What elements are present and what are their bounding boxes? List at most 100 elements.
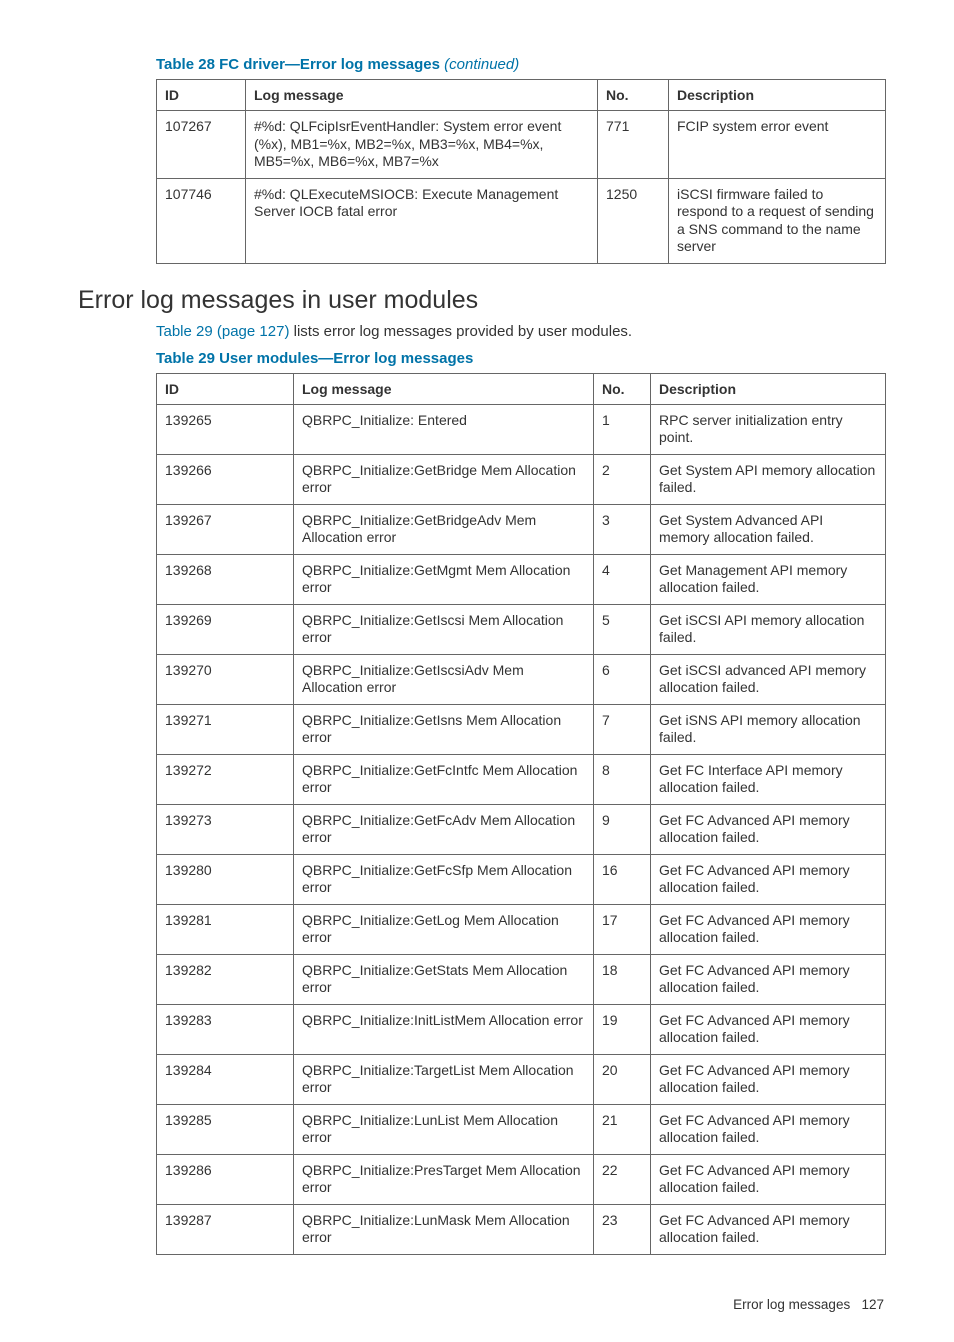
- cell-desc: RPC server initialization entry point.: [651, 404, 886, 454]
- cell-msg: QBRPC_Initialize:TargetList Mem Allocati…: [294, 1054, 594, 1104]
- cell-desc: Get iSCSI advanced API memory allocation…: [651, 654, 886, 704]
- cell-msg: QBRPC_Initialize:GetStats Mem Allocation…: [294, 954, 594, 1004]
- cell-desc: Get FC Advanced API memory allocation fa…: [651, 1154, 886, 1204]
- cell-msg: QBRPC_Initialize:GetBridge Mem Allocatio…: [294, 454, 594, 504]
- cell-no: 6: [594, 654, 651, 704]
- cell-id: 139267: [157, 504, 294, 554]
- cell-msg: QBRPC_Initialize:GetFcAdv Mem Allocation…: [294, 804, 594, 854]
- table-row: 139283QBRPC_Initialize:InitListMem Alloc…: [157, 1004, 886, 1054]
- cell-id: 139268: [157, 554, 294, 604]
- table-row: 139282QBRPC_Initialize:GetStats Mem Allo…: [157, 954, 886, 1004]
- table28-caption-text: Table 28 FC driver—Error log messages: [156, 56, 440, 73]
- table-row: 139284QBRPC_Initialize:TargetList Mem Al…: [157, 1054, 886, 1104]
- cell-desc: Get FC Interface API memory allocation f…: [651, 754, 886, 804]
- table29: ID Log message No. Description 139265QBR…: [156, 373, 886, 1255]
- footer-page: 127: [861, 1297, 884, 1312]
- cell-id: 139270: [157, 654, 294, 704]
- cell-desc: FCIP system error event: [669, 111, 886, 179]
- cell-desc: Get System API memory allocation failed.: [651, 454, 886, 504]
- cell-no: 3: [594, 504, 651, 554]
- table-row: 139273QBRPC_Initialize:GetFcAdv Mem Allo…: [157, 804, 886, 854]
- intro-rest: lists error log messages provided by use…: [289, 323, 632, 340]
- cell-id: 139266: [157, 454, 294, 504]
- cell-no: 19: [594, 1004, 651, 1054]
- intro-paragraph: Table 29 (page 127) lists error log mess…: [156, 323, 886, 340]
- table-row: 139267QBRPC_Initialize:GetBridgeAdv Mem …: [157, 504, 886, 554]
- th-id: ID: [157, 373, 294, 404]
- table-row: 139281QBRPC_Initialize:GetLog Mem Alloca…: [157, 904, 886, 954]
- cell-no: 1250: [598, 178, 669, 263]
- th-msg: Log message: [246, 80, 598, 111]
- cell-id: 107267: [157, 111, 246, 179]
- cell-desc: Get FC Advanced API memory allocation fa…: [651, 1004, 886, 1054]
- cell-msg: QBRPC_Initialize:GetIscsiAdv Mem Allocat…: [294, 654, 594, 704]
- cell-desc: Get FC Advanced API memory allocation fa…: [651, 854, 886, 904]
- cell-msg: QBRPC_Initialize:GetMgmt Mem Allocation …: [294, 554, 594, 604]
- cell-id: 139280: [157, 854, 294, 904]
- table-row: 139269QBRPC_Initialize:GetIscsi Mem Allo…: [157, 604, 886, 654]
- th-desc: Description: [669, 80, 886, 111]
- table-row: 107267#%d: QLFcipIsrEventHandler: System…: [157, 111, 886, 179]
- cell-no: 23: [594, 1204, 651, 1254]
- th-no: No.: [598, 80, 669, 111]
- th-no: No.: [594, 373, 651, 404]
- table-row: 139280QBRPC_Initialize:GetFcSfp Mem Allo…: [157, 854, 886, 904]
- cell-msg: QBRPC_Initialize:GetFcIntfc Mem Allocati…: [294, 754, 594, 804]
- cell-msg: QBRPC_Initialize:GetLog Mem Allocation e…: [294, 904, 594, 954]
- cell-msg: QBRPC_Initialize:GetFcSfp Mem Allocation…: [294, 854, 594, 904]
- table29-caption: Table 29 User modules—Error log messages: [156, 350, 886, 367]
- table-row: 139285QBRPC_Initialize:LunList Mem Alloc…: [157, 1104, 886, 1154]
- cell-desc: Get FC Advanced API memory allocation fa…: [651, 804, 886, 854]
- cell-no: 17: [594, 904, 651, 954]
- table-row: 139286QBRPC_Initialize:PresTarget Mem Al…: [157, 1154, 886, 1204]
- cell-no: 5: [594, 604, 651, 654]
- cell-id: 139282: [157, 954, 294, 1004]
- cell-no: 18: [594, 954, 651, 1004]
- cell-id: 139284: [157, 1054, 294, 1104]
- cell-no: 21: [594, 1104, 651, 1154]
- footer-label: Error log messages: [733, 1297, 850, 1312]
- table-row: 139268QBRPC_Initialize:GetMgmt Mem Alloc…: [157, 554, 886, 604]
- cell-desc: Get FC Advanced API memory allocation fa…: [651, 954, 886, 1004]
- table28-continued: (continued): [444, 56, 519, 73]
- cell-no: 20: [594, 1054, 651, 1104]
- cell-id: 139287: [157, 1204, 294, 1254]
- table-row: 139272QBRPC_Initialize:GetFcIntfc Mem Al…: [157, 754, 886, 804]
- cell-id: 139265: [157, 404, 294, 454]
- cell-id: 139283: [157, 1004, 294, 1054]
- table-row: 139271QBRPC_Initialize:GetIsns Mem Alloc…: [157, 704, 886, 754]
- cell-no: 4: [594, 554, 651, 604]
- cell-no: 2: [594, 454, 651, 504]
- cell-desc: Get Management API memory allocation fai…: [651, 554, 886, 604]
- table-row: 139270QBRPC_Initialize:GetIscsiAdv Mem A…: [157, 654, 886, 704]
- table-row: 139287QBRPC_Initialize:LunMask Mem Alloc…: [157, 1204, 886, 1254]
- table29-link[interactable]: Table 29 (page 127): [156, 323, 289, 340]
- cell-desc: Get FC Advanced API memory allocation fa…: [651, 1054, 886, 1104]
- cell-no: 1: [594, 404, 651, 454]
- cell-no: 9: [594, 804, 651, 854]
- cell-desc: Get iSCSI API memory allocation failed.: [651, 604, 886, 654]
- cell-desc: Get System Advanced API memory allocatio…: [651, 504, 886, 554]
- cell-no: 8: [594, 754, 651, 804]
- cell-msg: QBRPC_Initialize:GetIscsi Mem Allocation…: [294, 604, 594, 654]
- cell-desc: iSCSI firmware failed to respond to a re…: [669, 178, 886, 263]
- table29-header-row: ID Log message No. Description: [157, 373, 886, 404]
- cell-msg: QBRPC_Initialize:LunMask Mem Allocation …: [294, 1204, 594, 1254]
- cell-id: 139281: [157, 904, 294, 954]
- cell-desc: Get FC Advanced API memory allocation fa…: [651, 1204, 886, 1254]
- th-msg: Log message: [294, 373, 594, 404]
- cell-msg: #%d: QLExecuteMSIOCB: Execute Management…: [246, 178, 598, 263]
- table-row: 107746#%d: QLExecuteMSIOCB: Execute Mana…: [157, 178, 886, 263]
- cell-msg: #%d: QLFcipIsrEventHandler: System error…: [246, 111, 598, 179]
- cell-id: 139273: [157, 804, 294, 854]
- cell-msg: QBRPC_Initialize:InitListMem Allocation …: [294, 1004, 594, 1054]
- table-row: 139266QBRPC_Initialize:GetBridge Mem All…: [157, 454, 886, 504]
- cell-no: 771: [598, 111, 669, 179]
- table28-caption: Table 28 FC driver—Error log messages (c…: [156, 56, 886, 73]
- table28: ID Log message No. Description 107267#%d…: [156, 79, 886, 264]
- section-heading: Error log messages in user modules: [78, 286, 886, 315]
- cell-msg: QBRPC_Initialize: Entered: [294, 404, 594, 454]
- page-footer: Error log messages 127: [68, 1297, 886, 1312]
- cell-no: 22: [594, 1154, 651, 1204]
- cell-id: 139285: [157, 1104, 294, 1154]
